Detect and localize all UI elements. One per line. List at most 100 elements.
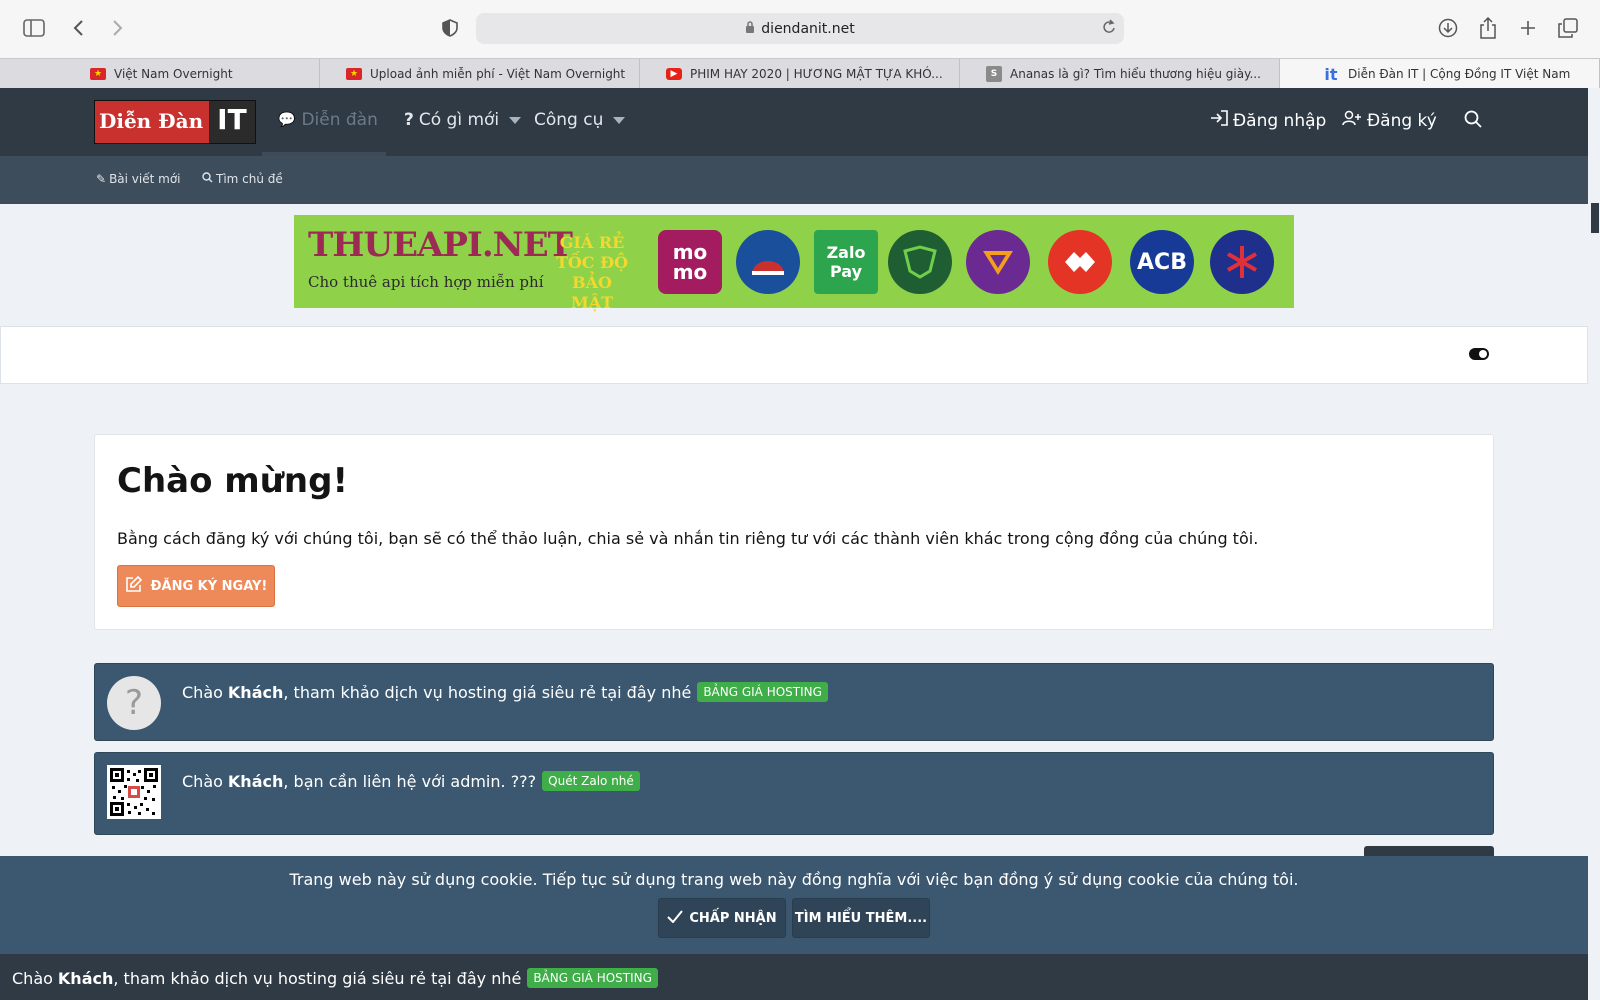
subnav-search-threads[interactable]: Tìm chủ đề — [202, 172, 283, 186]
greeting: Chào — [12, 968, 53, 988]
bank-logo-icon — [1048, 230, 1112, 294]
tab-title: Upload ảnh miễn phí - Việt Nam Overnight — [370, 67, 626, 81]
register-link[interactable]: Đăng ký — [1342, 110, 1437, 131]
browser-tab[interactable]: ★ Upload ảnh miễn phí - Việt Nam Overnig… — [320, 59, 640, 89]
banner-promo: GIÁ RẺ TỐC ĐỘ BẢO MẬT — [552, 233, 632, 313]
register-now-label: ĐĂNG KÝ NGAY! — [150, 578, 268, 594]
search-icon — [202, 172, 213, 186]
nav-whats-new-label: Có gì mới — [418, 110, 500, 130]
accept-label: CHẤP NHẬN — [689, 910, 777, 926]
toolbar-strip — [0, 326, 1588, 384]
address-bar[interactable]: diendanit.net — [476, 13, 1124, 44]
site-logo[interactable]: Diễn Đàn IT — [94, 100, 256, 144]
username: Khách — [227, 682, 284, 702]
browser-tab-active[interactable]: it Diễn Đàn IT | Cộng Đồng IT Việt Nam — [1280, 59, 1600, 89]
hosting-price-badge[interactable]: BẢNG GIÁ HOSTING — [697, 682, 828, 702]
youtube-icon: ▶ — [666, 68, 682, 80]
promo-line: GIÁ RẺ — [559, 233, 625, 252]
it-icon: it — [1324, 64, 1338, 84]
bank-logo-icon — [1210, 230, 1274, 294]
acb-logo-icon: ACB — [1130, 230, 1194, 294]
banner-brand: THUEAPI.NET — [308, 225, 573, 265]
lock-icon — [745, 20, 755, 37]
tab-title: PHIM HAY 2020 | HƯƠNG MẬT TỰA KHÓ... — [690, 67, 943, 81]
chevron-down-icon — [613, 116, 626, 124]
forward-icon[interactable] — [104, 14, 132, 42]
chevron-down-icon — [509, 116, 522, 124]
question-icon: ? — [404, 110, 414, 130]
hosting-price-badge[interactable]: BẢNG GIÁ HOSTING — [527, 968, 658, 988]
search-icon[interactable] — [1464, 110, 1482, 128]
bank-logo-icon — [736, 230, 800, 294]
notice-message: , tham khảo dịch vụ hosting giá siêu rẻ … — [283, 682, 692, 702]
browser-tab[interactable]: ▶ PHIM HAY 2020 | HƯƠNG MẬT TỰA KHÓ... — [640, 59, 960, 89]
notice-message: , tham khảo dịch vụ hosting giá siêu rẻ … — [113, 968, 522, 988]
user-plus-icon — [1342, 110, 1362, 131]
subnav-new-posts[interactable]: ✎ Bài viết mới — [96, 172, 181, 186]
reload-icon[interactable] — [1102, 19, 1116, 39]
contact-notice-text: Chào Khách , bạn cần liên hệ với admin. … — [182, 771, 640, 791]
cookie-message: Trang web này sử dụng cookie. Tiếp tục s… — [289, 870, 1299, 889]
tab-overview-icon[interactable] — [1554, 14, 1582, 42]
vn-flag-icon: ★ — [90, 68, 106, 80]
welcome-card: Chào mừng! Bằng cách đăng ký với chúng t… — [94, 434, 1494, 630]
downloads-icon[interactable] — [1434, 14, 1462, 42]
welcome-text: Bằng cách đăng ký với chúng tôi, bạn sẽ … — [117, 529, 1259, 548]
nav-whats-new[interactable]: ? Có gì mới — [404, 110, 522, 130]
avatar: ? — [107, 676, 161, 730]
learn-more-label: TÌM HIỂU THÊM.... — [794, 910, 928, 926]
zalopay-logo-icon: Zalo Pay — [814, 230, 878, 294]
browser-tab[interactable]: S Ananas là gì? Tìm hiểu thương hiệu già… — [960, 59, 1280, 89]
theme-toggle[interactable] — [1469, 348, 1489, 360]
login-link[interactable]: Đăng nhập — [1210, 110, 1326, 131]
qr-code-icon — [107, 765, 161, 819]
share-icon[interactable] — [1474, 14, 1502, 42]
advertisement-banner[interactable]: THUEAPI.NET Cho thuê api tích hợp miễn p… — [294, 215, 1294, 312]
learn-more-button[interactable]: TÌM HIỂU THÊM.... — [792, 898, 930, 938]
username: Khách — [57, 968, 114, 988]
contact-notice: Chào Khách , bạn cần liên hệ với admin. … — [94, 752, 1494, 835]
nav-tools[interactable]: Công cụ — [534, 110, 626, 130]
username: Khách — [227, 771, 284, 791]
subnav-search-threads-label: Tìm chủ đề — [216, 172, 283, 186]
s-icon: S — [986, 66, 1002, 82]
momo-logo-icon: mo mo — [658, 230, 722, 294]
new-tab-icon[interactable] — [1514, 14, 1542, 42]
greeting: Chào — [182, 771, 223, 791]
cookie-consent-bar: Trang web này sử dụng cookie. Tiếp tục s… — [0, 856, 1588, 954]
tab-title: Diễn Đàn IT | Cộng Đồng IT Việt Nam — [1348, 67, 1571, 81]
edit-icon — [125, 575, 143, 598]
page-scrollbar[interactable] — [1588, 88, 1600, 1000]
nav-forum[interactable]: 💬 Diễn đàn — [278, 110, 378, 130]
browser-tab[interactable]: ★ Việt Nam Overnight — [0, 59, 320, 89]
sidebar-toggle-icon[interactable] — [20, 14, 48, 42]
tab-bar: ★ Việt Nam Overnight ★ Upload ảnh miễn p… — [0, 58, 1600, 89]
back-icon[interactable] — [64, 14, 92, 42]
promo-line: BẢO MẬT — [570, 273, 614, 312]
bank-logo-icon — [966, 230, 1030, 294]
accept-cookies-button[interactable]: CHẤP NHẬN — [658, 898, 786, 938]
site-header: Diễn Đàn IT 💬 Diễn đàn ? Có gì mới Công … — [0, 88, 1588, 156]
url-text: diendanit.net — [761, 20, 855, 37]
scrollbar-thumb[interactable] — [1591, 203, 1599, 233]
browser-toolbar: diendanit.net — [0, 0, 1600, 58]
nav-forum-label: Diễn đàn — [301, 110, 378, 130]
zalo-scan-badge[interactable]: Quét Zalo nhé — [542, 771, 640, 791]
check-icon — [667, 909, 684, 927]
welcome-title: Chào mừng! — [117, 461, 348, 501]
banner-tagline: Cho thuê api tích hợp miễn phí — [308, 273, 544, 291]
logo-text-it: IT — [209, 101, 255, 143]
hosting-notice: ? Chào Khách , tham khảo dịch vụ hosting… — [94, 663, 1494, 741]
tab-title: Ananas là gì? Tìm hiểu thương hiệu giày.… — [1010, 67, 1261, 81]
bottom-notice-bar: Chào Khách , tham khảo dịch vụ hosting g… — [0, 954, 1588, 1000]
privacy-shield-icon[interactable] — [436, 14, 464, 42]
sub-navigation: ✎ Bài viết mới Tìm chủ đề — [0, 156, 1588, 204]
bottom-notice-text: Chào Khách , tham khảo dịch vụ hosting g… — [12, 968, 658, 988]
login-label: Đăng nhập — [1233, 110, 1327, 131]
greeting: Chào — [182, 682, 223, 702]
nav-tools-label: Công cụ — [534, 110, 604, 130]
chat-icon: 💬 — [278, 112, 296, 128]
register-now-button[interactable]: ĐĂNG KÝ NGAY! — [117, 565, 275, 607]
notice-message: , bạn cần liên hệ với admin. ??? — [283, 771, 537, 791]
register-label: Đăng ký — [1367, 110, 1437, 131]
